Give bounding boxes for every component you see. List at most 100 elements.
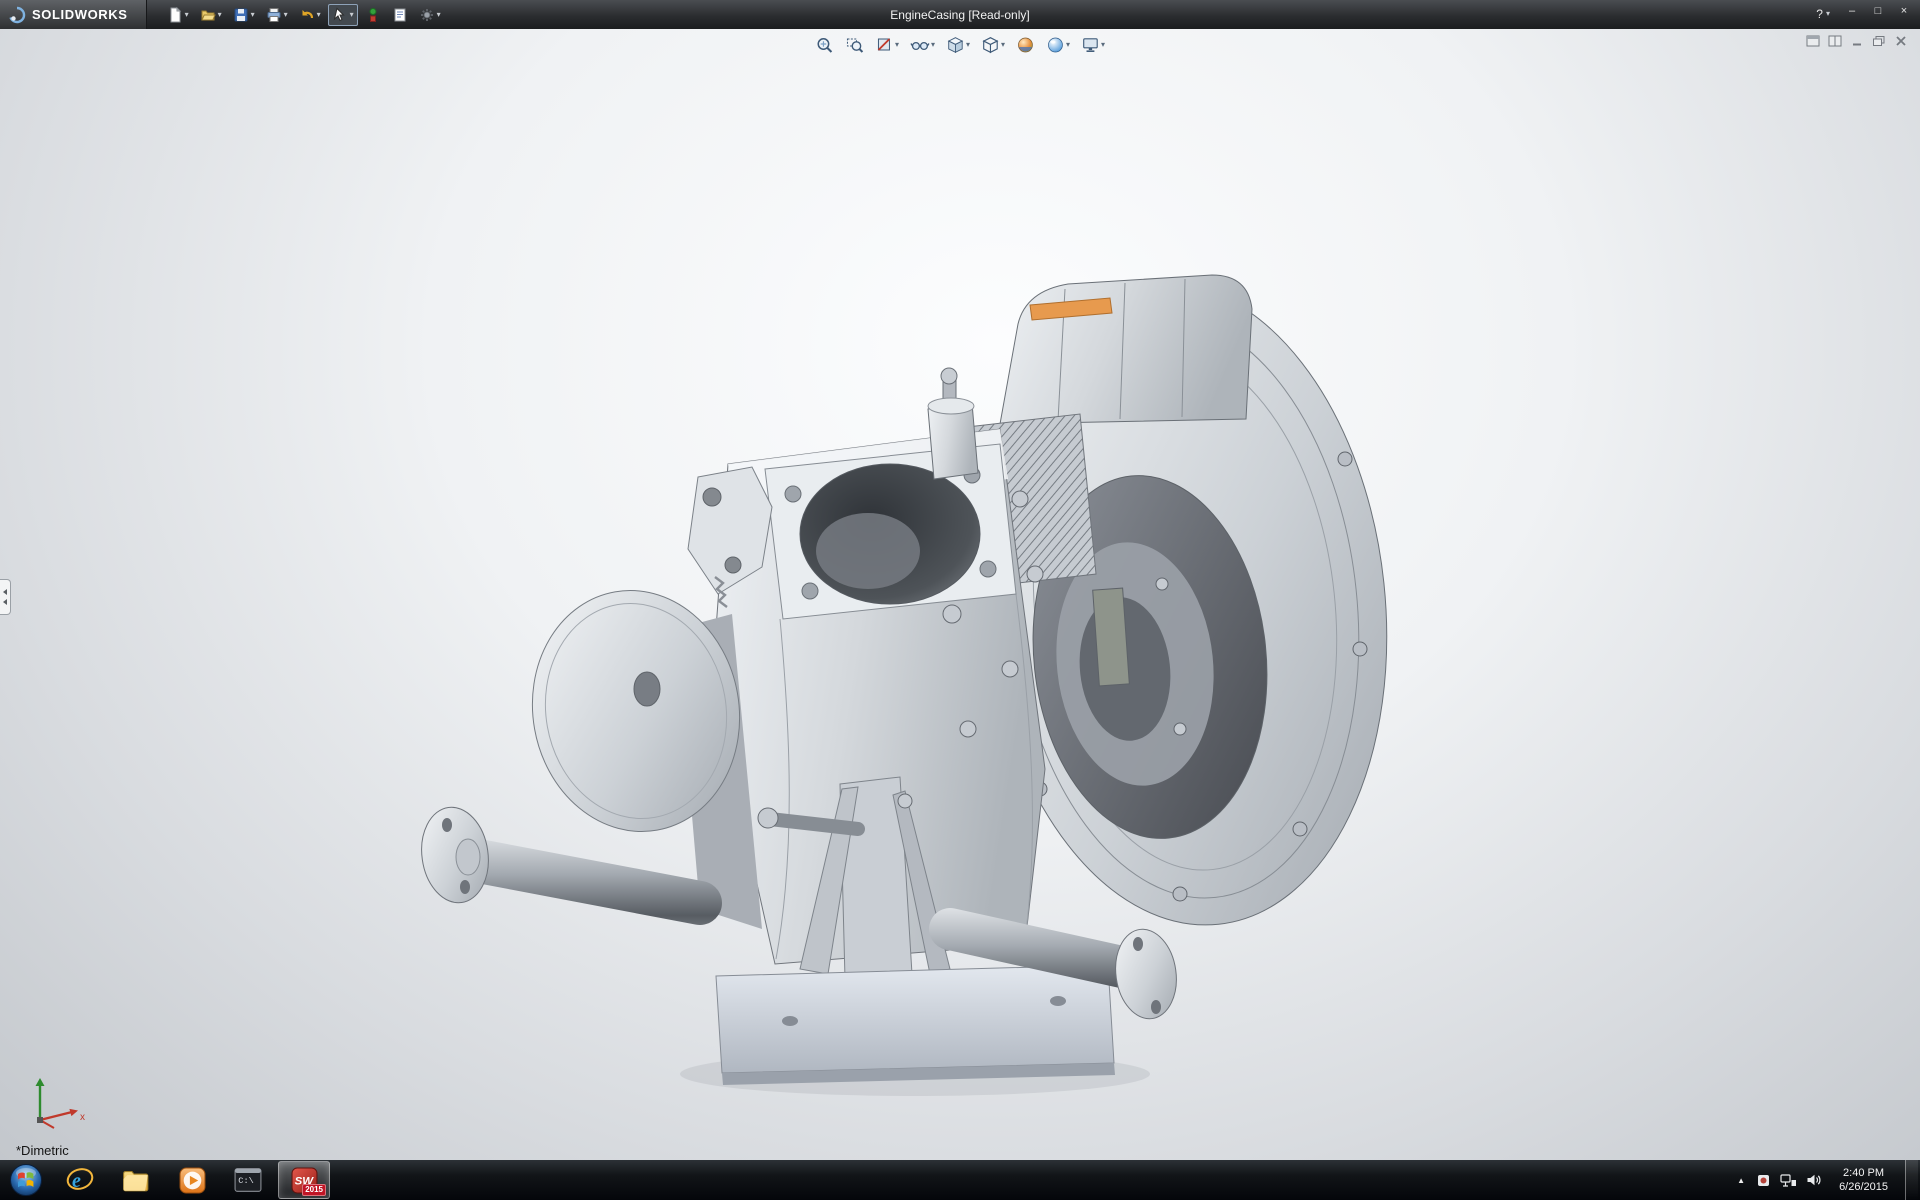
open-button[interactable]: ▾ [196,4,226,26]
new-document-button[interactable]: ▾ [163,4,193,26]
undo-icon [299,7,315,23]
save-button[interactable]: ▾ [229,4,259,26]
dropdown-icon[interactable]: ▾ [437,11,441,19]
main-toolbar: ▾ ▾ ▾ ▾ [163,4,445,26]
maximize-button[interactable]: □ [1866,3,1890,19]
view-orientation-button[interactable]: ▾ [944,34,972,56]
panel-flyout-tab[interactable] [0,579,11,615]
apply-scene-button[interactable]: ▾ [1044,34,1072,56]
volume-icon[interactable] [1806,1173,1822,1187]
titlebar-right: ? ▾ – □ × [1806,0,1920,29]
display-style-button[interactable]: ▾ [979,34,1007,56]
solidworks-logo: SOLIDWORKS [0,0,147,29]
minimize-button[interactable]: – [1840,3,1864,19]
split-window-button[interactable] [1828,35,1842,47]
display-style-cube-icon [981,36,1000,54]
view-settings-button[interactable]: ▾ [1079,34,1107,56]
taskbar-command-prompt[interactable]: C:\ [222,1161,274,1199]
section-view-icon [875,36,894,54]
dropdown-icon[interactable]: ▾ [1101,41,1105,49]
zoom-to-fit-button[interactable] [813,34,836,56]
orientation-triad: x [26,1070,90,1130]
section-view-button[interactable]: ▾ [873,34,901,56]
dropdown-icon[interactable]: ▾ [350,11,354,19]
view-orientation-label: *Dimetric [16,1143,69,1158]
taskbar-file-explorer[interactable] [110,1161,162,1199]
titlebar: SOLIDWORKS ▾ ▾ ▾ [0,0,1920,29]
dropdown-icon[interactable]: ▾ [895,41,899,49]
start-button[interactable] [0,1160,52,1200]
dropdown-icon[interactable]: ▾ [966,41,970,49]
dropdown-icon[interactable]: ▾ [1826,10,1830,18]
file-properties-button[interactable] [388,4,412,26]
minimize-document-button[interactable] [1850,35,1864,47]
show-hidden-icons-button[interactable]: ▲ [1735,1176,1747,1185]
graphics-viewport[interactable]: ▾ ▾ ▾ ▾ [0,29,1920,1160]
dropdown-icon[interactable]: ▾ [1001,41,1005,49]
dropdown-icon[interactable]: ▾ [317,11,321,19]
triad-x-label: x [80,1112,85,1123]
new-document-icon [167,7,183,23]
dropdown-icon[interactable]: ▾ [1066,41,1070,49]
system-tray: ▲ 2:40 PM 6/26/2015 [1735,1160,1920,1200]
heads-up-view-toolbar: ▾ ▾ ▾ ▾ [813,34,1107,56]
options-button[interactable]: ▾ [415,4,445,26]
taskbar-solidworks-2015[interactable]: SW 2015 [278,1161,330,1199]
rebuild-button[interactable] [361,4,385,26]
help-glyph: ? [1816,7,1823,21]
view-cube-icon [946,36,965,54]
brand-text: SOLIDWORKS [32,7,128,22]
solidworks-window: SOLIDWORKS ▾ ▾ ▾ [0,0,1920,1200]
help-button[interactable]: ? ▾ [1806,0,1840,28]
folder-icon [122,1167,150,1193]
zoom-to-fit-icon [815,36,834,54]
print-button[interactable]: ▾ [262,4,292,26]
svg-text:C:\: C:\ [238,1176,254,1186]
gear-icon [419,7,435,23]
network-icon[interactable] [1780,1173,1797,1188]
view-settings-monitor-icon [1081,36,1100,54]
windows-taskbar: e C:\ SW [0,1160,1920,1200]
zoom-to-area-icon [845,36,864,54]
document-window-controls [1806,35,1908,47]
dropdown-icon[interactable]: ▾ [931,41,935,49]
window-controls: – □ × [1840,0,1920,19]
taskbar-clock[interactable]: 2:40 PM 6/26/2015 [1831,1166,1896,1194]
show-desktop-button[interactable] [1905,1160,1918,1200]
svg-text:e: e [72,1170,81,1192]
undo-button[interactable]: ▾ [295,4,325,26]
base-plate [716,965,1115,1085]
glasses-icon [910,36,930,54]
appearance-ball-icon [1016,36,1035,54]
close-icon [1894,35,1908,47]
taskbar-internet-explorer[interactable]: e [54,1161,106,1199]
hide-show-items-button[interactable]: ▾ [908,34,937,56]
select-cursor-icon [332,7,348,23]
internet-explorer-icon: e [66,1166,94,1194]
select-button[interactable]: ▾ [328,4,358,26]
dropdown-icon[interactable]: ▾ [218,11,222,19]
command-prompt-icon: C:\ [234,1167,262,1193]
dropdown-icon[interactable]: ▾ [185,11,189,19]
dropdown-icon[interactable]: ▾ [284,11,288,19]
new-window-button[interactable] [1806,35,1820,47]
rebuild-icon [365,7,381,23]
top-stub [928,368,978,479]
tray-app-icon[interactable] [1756,1173,1771,1188]
close-button[interactable]: × [1892,3,1916,19]
open-folder-icon [200,7,216,23]
casing-top-tower [1000,275,1252,424]
file-properties-icon [392,7,408,23]
restore-document-button[interactable] [1872,35,1886,47]
close-document-button[interactable] [1894,35,1908,47]
save-icon [233,7,249,23]
engine-casing-model[interactable] [0,29,1920,1160]
split-window-icon [1828,35,1842,47]
carb-flange [765,444,1016,619]
edit-appearance-button[interactable] [1014,34,1037,56]
print-icon [266,7,282,23]
dropdown-icon[interactable]: ▾ [251,11,255,19]
taskbar-media-player[interactable] [166,1161,218,1199]
ds-logo-icon [8,6,26,24]
zoom-to-area-button[interactable] [843,34,866,56]
